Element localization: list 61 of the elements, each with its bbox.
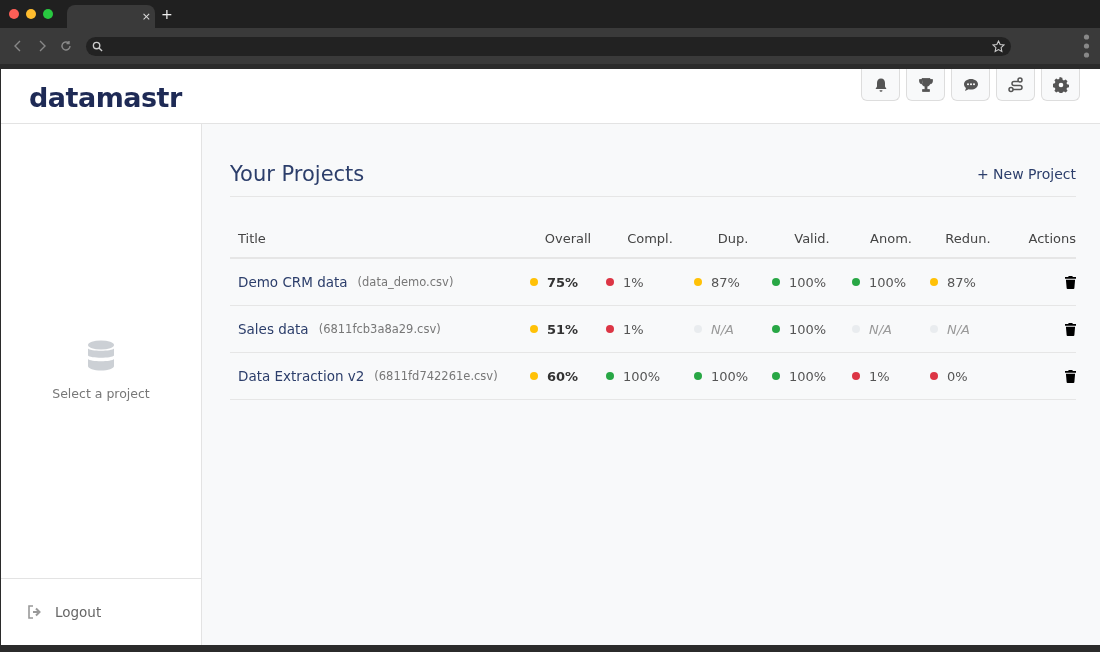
column-header: Redun. (944, 230, 992, 246)
metric-value: N/A (711, 321, 734, 337)
delete-trash-icon[interactable] (1065, 369, 1076, 383)
overall-score: 60% (547, 368, 579, 384)
metric-value: N/A (947, 321, 970, 337)
metric-value: 100% (789, 368, 827, 384)
route-button[interactable] (996, 69, 1035, 101)
minimize-window-dot[interactable] (26, 9, 36, 19)
close-window-dot[interactable] (9, 9, 19, 19)
bookmark-star-icon[interactable] (992, 39, 1005, 53)
metric-value: 100% (869, 274, 907, 290)
file-name: (6811fcb3a8a29.csv) (318, 322, 441, 336)
logout-icon (27, 605, 43, 619)
achievements-button[interactable] (906, 69, 945, 101)
new-tab-button[interactable]: + (161, 6, 173, 22)
column-header: Overall (543, 230, 593, 246)
metric-value: 100% (789, 321, 827, 337)
logo[interactable]: datamastr (29, 82, 182, 113)
project-title-link[interactable]: Data Extraction v2 (238, 368, 365, 384)
notifications-button[interactable] (861, 69, 900, 101)
metric-value: 87% (711, 274, 740, 290)
settings-button[interactable] (1041, 69, 1080, 101)
browser-tab[interactable]: × (67, 5, 155, 28)
browser-menu-icon[interactable] (1083, 34, 1090, 58)
project-title-link[interactable]: Sales data (238, 321, 309, 337)
column-header: Anom. (869, 230, 913, 246)
database-icon (87, 339, 115, 372)
metric-value: N/A (869, 321, 892, 337)
maximize-window-dot[interactable] (43, 9, 53, 19)
column-header: Title (237, 230, 267, 246)
new-project-link[interactable]: + New Project (976, 166, 1076, 182)
page-title: Your Projects (230, 162, 365, 186)
file-name: (data_demo.csv) (357, 275, 454, 289)
metric-value: 0% (947, 368, 968, 384)
file-name: (6811fd742261e.csv) (374, 369, 498, 383)
delete-trash-icon[interactable] (1065, 275, 1076, 289)
chat-button[interactable] (951, 69, 990, 101)
metric-value: 87% (947, 274, 976, 290)
route-icon (1007, 76, 1024, 93)
column-header: Actions (1027, 230, 1076, 246)
metric-value: 1% (623, 321, 644, 337)
metric-value: 100% (623, 368, 661, 384)
overall-score: 51% (547, 321, 579, 337)
column-header: Dup. (716, 230, 750, 246)
metric-value: 100% (711, 368, 749, 384)
settings-icon (1052, 76, 1069, 93)
metric-value: 100% (789, 274, 827, 290)
search-icon (92, 40, 103, 52)
reload-icon[interactable] (60, 40, 72, 52)
empty-state-text: Select a project (52, 385, 150, 401)
logout-link[interactable]: Logout (27, 604, 102, 620)
delete-trash-icon[interactable] (1065, 322, 1076, 336)
column-header: Compl. (626, 230, 674, 246)
metric-value: 1% (623, 274, 644, 290)
column-header: Valid. (793, 230, 831, 246)
project-title-link[interactable]: Demo CRM data (238, 274, 348, 290)
overall-score: 75% (547, 274, 579, 290)
tab-close-button[interactable]: × (141, 10, 151, 23)
chat-bubble-icon (962, 76, 979, 93)
metric-value: 1% (869, 368, 890, 384)
trophy-icon (917, 76, 934, 93)
